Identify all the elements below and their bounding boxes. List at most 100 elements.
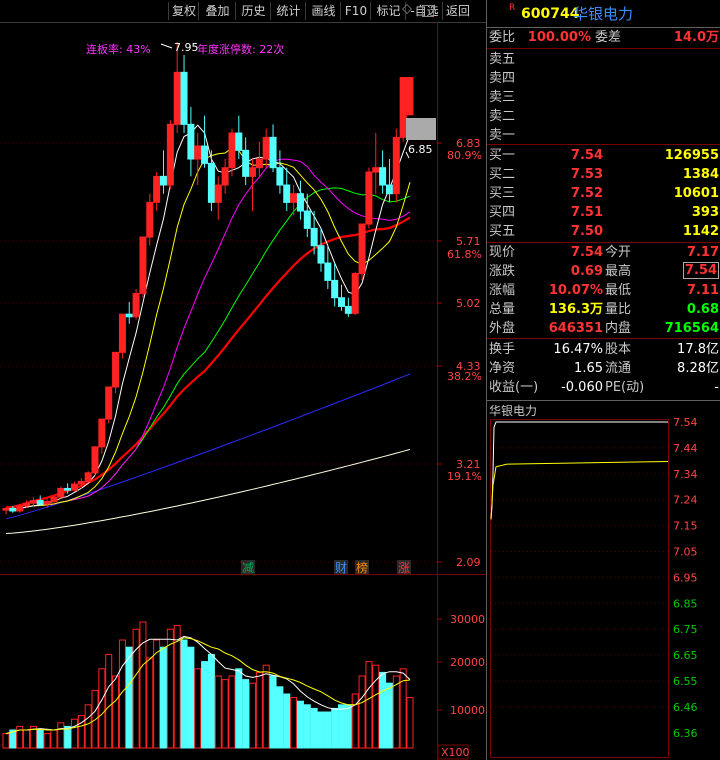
volume-bar[interactable]: [221, 679, 229, 749]
volume-bar[interactable]: [159, 646, 167, 749]
toolbar-button-4[interactable]: 画线: [305, 2, 341, 20]
candle[interactable]: [365, 167, 373, 229]
volume-bar[interactable]: [283, 693, 291, 749]
candle[interactable]: [207, 150, 215, 212]
candle[interactable]: [50, 495, 58, 505]
volume-bar[interactable]: [214, 675, 222, 749]
volume-bar[interactable]: [91, 689, 99, 749]
volume-bar[interactable]: [2, 733, 10, 749]
volume-bar[interactable]: [365, 661, 373, 749]
volume-bar[interactable]: [358, 675, 366, 749]
buy-level-4[interactable]: 买四 7.51 393: [487, 203, 720, 222]
candle[interactable]: [146, 193, 154, 246]
candle[interactable]: [249, 159, 257, 212]
candle[interactable]: [399, 77, 407, 142]
volume-bar[interactable]: [187, 646, 195, 749]
stock-name[interactable]: 华银电力: [573, 3, 633, 25]
candle[interactable]: [262, 128, 270, 168]
volume-bar[interactable]: [146, 657, 154, 749]
volume-bar[interactable]: [303, 704, 311, 749]
candle[interactable]: [331, 263, 339, 307]
toolbar-button-8[interactable]: 返回: [442, 2, 473, 20]
candle[interactable]: [372, 133, 380, 194]
candle[interactable]: [153, 172, 161, 212]
volume-bar[interactable]: [166, 628, 174, 749]
volume-bar[interactable]: [36, 729, 44, 749]
volume-bar[interactable]: [23, 729, 31, 749]
candle[interactable]: [118, 313, 126, 359]
candle[interactable]: [98, 418, 106, 454]
toolbar-button-2[interactable]: 历史: [235, 2, 271, 20]
candle[interactable]: [214, 176, 222, 220]
volume-bar[interactable]: [276, 686, 284, 749]
candle[interactable]: [36, 495, 44, 506]
candle[interactable]: [385, 159, 393, 203]
volume-bar[interactable]: [242, 679, 250, 749]
rise-badge[interactable]: 涨: [398, 560, 410, 575]
volume-bar[interactable]: [173, 625, 181, 749]
toolbar-button-1[interactable]: 叠加: [198, 2, 236, 20]
volume-bar[interactable]: [98, 668, 106, 749]
finance-badge[interactable]: 财: [335, 561, 347, 575]
reduce-badge[interactable]: 减: [242, 561, 254, 575]
candle[interactable]: [70, 481, 78, 492]
candle[interactable]: [166, 120, 174, 190]
volume-bar[interactable]: [57, 722, 65, 749]
volume-bar[interactable]: [310, 707, 318, 749]
volume-bar[interactable]: [50, 729, 58, 749]
candle[interactable]: [105, 386, 113, 424]
candle[interactable]: [187, 107, 195, 177]
volume-bar[interactable]: [392, 675, 400, 749]
volume-bar[interactable]: [406, 697, 414, 749]
volume-bar[interactable]: [84, 704, 92, 749]
volume-bar[interactable]: [180, 639, 188, 749]
candle[interactable]: [180, 55, 188, 134]
volume-bar[interactable]: [296, 700, 304, 749]
volume-bar[interactable]: [64, 725, 72, 749]
candle[interactable]: [125, 302, 133, 324]
volume-bar[interactable]: [77, 715, 85, 749]
volume-bar[interactable]: [125, 646, 133, 749]
volume-bar[interactable]: [194, 668, 202, 749]
candle[interactable]: [91, 446, 99, 476]
volume-bar[interactable]: [262, 664, 270, 749]
candle[interactable]: [2, 507, 10, 515]
buy-level-5[interactable]: 买五 7.50 1142: [487, 222, 720, 241]
volume-bar[interactable]: [105, 653, 113, 749]
volume-bar[interactable]: [249, 682, 257, 749]
toolbar-button-5[interactable]: F10: [340, 2, 371, 20]
candle[interactable]: [84, 471, 92, 484]
volume-bar[interactable]: [290, 697, 298, 749]
volume-bar[interactable]: [228, 675, 236, 749]
candle[interactable]: [338, 284, 346, 311]
volume-bar[interactable]: [344, 704, 352, 749]
toolbar-button-0[interactable]: 复权: [168, 2, 199, 20]
candle[interactable]: [57, 486, 65, 499]
volume-bar[interactable]: [201, 661, 209, 749]
candle[interactable]: [16, 504, 24, 513]
candle[interactable]: [276, 150, 284, 194]
candle[interactable]: [255, 141, 263, 177]
candle[interactable]: [406, 77, 414, 116]
volume-bar[interactable]: [235, 668, 243, 749]
candle[interactable]: [290, 185, 298, 216]
candle[interactable]: [235, 115, 243, 160]
rank-badge[interactable]: 榜: [356, 560, 368, 575]
candle[interactable]: [379, 150, 387, 194]
candle[interactable]: [242, 137, 250, 186]
window-icon[interactable]: [422, 5, 434, 17]
candle[interactable]: [159, 150, 167, 194]
candle[interactable]: [283, 167, 291, 212]
toolbar-button-6[interactable]: 标记: [370, 2, 406, 20]
volume-bar[interactable]: [139, 621, 147, 749]
volume-bar[interactable]: [379, 671, 387, 749]
candle[interactable]: [132, 289, 140, 320]
toolbar-button-3[interactable]: 统计: [270, 2, 306, 20]
volume-bar[interactable]: [255, 671, 263, 749]
candle[interactable]: [351, 271, 359, 316]
buy-level-1[interactable]: 买一 7.54 126955: [487, 146, 720, 165]
volume-bar[interactable]: [153, 639, 161, 749]
candle[interactable]: [269, 124, 277, 173]
candle[interactable]: [173, 42, 181, 134]
volume-bar[interactable]: [70, 718, 78, 749]
